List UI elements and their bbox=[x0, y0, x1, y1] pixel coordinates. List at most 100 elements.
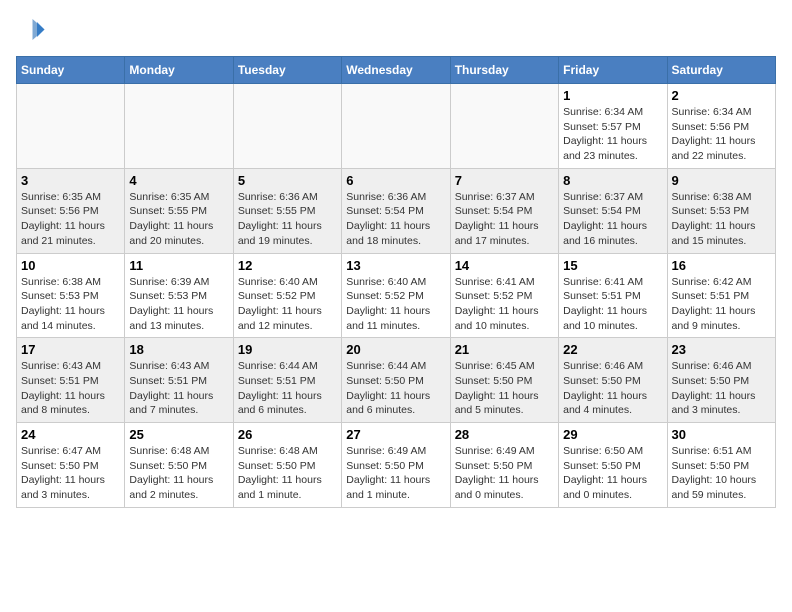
day-number: 20 bbox=[346, 342, 445, 357]
day-number: 6 bbox=[346, 173, 445, 188]
day-info: Sunrise: 6:44 AMSunset: 5:50 PMDaylight:… bbox=[346, 359, 445, 418]
day-number: 26 bbox=[238, 427, 337, 442]
day-header-saturday: Saturday bbox=[667, 57, 775, 84]
day-header-tuesday: Tuesday bbox=[233, 57, 341, 84]
calendar-cell bbox=[342, 84, 450, 169]
day-number: 12 bbox=[238, 258, 337, 273]
calendar-week-row: 24 Sunrise: 6:47 AMSunset: 5:50 PMDayligh… bbox=[17, 423, 776, 508]
calendar-cell: 17Sunrise: 6:43 AMSunset: 5:51 PMDayligh… bbox=[17, 338, 125, 423]
day-number: 15 bbox=[563, 258, 662, 273]
day-number: 10 bbox=[21, 258, 120, 273]
day-info: Sunrise: 6:35 AMSunset: 5:56 PMDaylight:… bbox=[21, 190, 120, 249]
logo-icon bbox=[16, 16, 46, 46]
calendar-week-row: 1 Sunrise: 6:34 AMSunset: 5:57 PMDaylight… bbox=[17, 84, 776, 169]
day-info: Sunrise: 6:39 AMSunset: 5:53 PMDaylight:… bbox=[129, 275, 228, 334]
calendar-cell: 27 Sunrise: 6:49 AMSunset: 5:50 PMDayligh… bbox=[342, 423, 450, 508]
day-number: 16 bbox=[672, 258, 771, 273]
day-number: 18 bbox=[129, 342, 228, 357]
day-info: Sunrise: 6:37 AMSunset: 5:54 PMDaylight:… bbox=[563, 190, 662, 249]
logo bbox=[16, 16, 50, 46]
calendar-cell: 5 Sunrise: 6:36 AMSunset: 5:55 PMDaylight… bbox=[233, 168, 341, 253]
day-info: Sunrise: 6:46 AMSunset: 5:50 PMDaylight:… bbox=[563, 359, 662, 418]
calendar-cell: 1 Sunrise: 6:34 AMSunset: 5:57 PMDaylight… bbox=[559, 84, 667, 169]
calendar-cell: 4Sunrise: 6:35 AMSunset: 5:55 PMDaylight… bbox=[125, 168, 233, 253]
day-number: 24 bbox=[21, 427, 120, 442]
day-info: Sunrise: 6:47 AMSunset: 5:50 PMDaylight:… bbox=[21, 444, 120, 503]
day-number: 11 bbox=[129, 258, 228, 273]
calendar-cell: 2Sunrise: 6:34 AMSunset: 5:56 PMDaylight… bbox=[667, 84, 775, 169]
day-number: 21 bbox=[455, 342, 554, 357]
day-info: Sunrise: 6:44 AMSunset: 5:51 PMDaylight:… bbox=[238, 359, 337, 418]
day-number: 8 bbox=[563, 173, 662, 188]
day-info: Sunrise: 6:48 AMSunset: 5:50 PMDaylight:… bbox=[238, 444, 337, 503]
calendar-cell: 23 Sunrise: 6:46 AMSunset: 5:50 PMDayligh… bbox=[667, 338, 775, 423]
calendar-cell bbox=[17, 84, 125, 169]
calendar-cell bbox=[450, 84, 558, 169]
calendar-week-row: 10 Sunrise: 6:38 AMSunset: 5:53 PMDayligh… bbox=[17, 253, 776, 338]
calendar-cell: 19 Sunrise: 6:44 AMSunset: 5:51 PMDayligh… bbox=[233, 338, 341, 423]
day-info: Sunrise: 6:43 AMSunset: 5:51 PMDaylight:… bbox=[129, 359, 228, 418]
day-number: 9 bbox=[672, 173, 771, 188]
calendar-cell: 29 Sunrise: 6:50 AMSunset: 5:50 PMDayligh… bbox=[559, 423, 667, 508]
day-number: 7 bbox=[455, 173, 554, 188]
calendar-cell: 25Sunrise: 6:48 AMSunset: 5:50 PMDayligh… bbox=[125, 423, 233, 508]
day-info: Sunrise: 6:37 AMSunset: 5:54 PMDaylight:… bbox=[455, 190, 554, 249]
page-header bbox=[16, 16, 776, 46]
day-info: Sunrise: 6:36 AMSunset: 5:54 PMDaylight:… bbox=[346, 190, 445, 249]
calendar-cell: 28 Sunrise: 6:49 AMSunset: 5:50 PMDayligh… bbox=[450, 423, 558, 508]
day-number: 19 bbox=[238, 342, 337, 357]
calendar-week-row: 17Sunrise: 6:43 AMSunset: 5:51 PMDayligh… bbox=[17, 338, 776, 423]
calendar-cell: 6 Sunrise: 6:36 AMSunset: 5:54 PMDaylight… bbox=[342, 168, 450, 253]
calendar-cell: 14Sunrise: 6:41 AMSunset: 5:52 PMDayligh… bbox=[450, 253, 558, 338]
calendar-cell: 12Sunrise: 6:40 AMSunset: 5:52 PMDayligh… bbox=[233, 253, 341, 338]
calendar-cell: 8 Sunrise: 6:37 AMSunset: 5:54 PMDaylight… bbox=[559, 168, 667, 253]
day-number: 4 bbox=[129, 173, 228, 188]
day-number: 5 bbox=[238, 173, 337, 188]
day-number: 27 bbox=[346, 427, 445, 442]
day-info: Sunrise: 6:46 AMSunset: 5:50 PMDaylight:… bbox=[672, 359, 771, 418]
day-number: 29 bbox=[563, 427, 662, 442]
calendar-cell: 22 Sunrise: 6:46 AMSunset: 5:50 PMDayligh… bbox=[559, 338, 667, 423]
day-header-friday: Friday bbox=[559, 57, 667, 84]
day-header-sunday: Sunday bbox=[17, 57, 125, 84]
calendar-cell: 7 Sunrise: 6:37 AMSunset: 5:54 PMDaylight… bbox=[450, 168, 558, 253]
calendar-cell: 16 Sunrise: 6:42 AMSunset: 5:51 PMDayligh… bbox=[667, 253, 775, 338]
day-number: 25 bbox=[129, 427, 228, 442]
calendar-cell: 21 Sunrise: 6:45 AMSunset: 5:50 PMDayligh… bbox=[450, 338, 558, 423]
calendar-cell bbox=[125, 84, 233, 169]
day-number: 30 bbox=[672, 427, 771, 442]
day-info: Sunrise: 6:34 AMSunset: 5:56 PMDaylight:… bbox=[672, 105, 771, 164]
calendar-cell: 20 Sunrise: 6:44 AMSunset: 5:50 PMDayligh… bbox=[342, 338, 450, 423]
day-header-thursday: Thursday bbox=[450, 57, 558, 84]
day-info: Sunrise: 6:41 AMSunset: 5:52 PMDaylight:… bbox=[455, 275, 554, 334]
day-number: 28 bbox=[455, 427, 554, 442]
day-header-wednesday: Wednesday bbox=[342, 57, 450, 84]
calendar-cell: 13Sunrise: 6:40 AMSunset: 5:52 PMDayligh… bbox=[342, 253, 450, 338]
day-number: 1 bbox=[563, 88, 662, 103]
day-info: Sunrise: 6:38 AMSunset: 5:53 PMDaylight:… bbox=[21, 275, 120, 334]
day-info: Sunrise: 6:36 AMSunset: 5:55 PMDaylight:… bbox=[238, 190, 337, 249]
day-info: Sunrise: 6:49 AMSunset: 5:50 PMDaylight:… bbox=[455, 444, 554, 503]
day-number: 23 bbox=[672, 342, 771, 357]
calendar-cell: 30 Sunrise: 6:51 AMSunset: 5:50 PMDayligh… bbox=[667, 423, 775, 508]
calendar-cell: 24 Sunrise: 6:47 AMSunset: 5:50 PMDayligh… bbox=[17, 423, 125, 508]
day-header-monday: Monday bbox=[125, 57, 233, 84]
calendar: SundayMondayTuesdayWednesdayThursdayFrid… bbox=[16, 56, 776, 508]
day-info: Sunrise: 6:43 AMSunset: 5:51 PMDaylight:… bbox=[21, 359, 120, 418]
day-info: Sunrise: 6:42 AMSunset: 5:51 PMDaylight:… bbox=[672, 275, 771, 334]
day-info: Sunrise: 6:34 AMSunset: 5:57 PMDaylight:… bbox=[563, 105, 662, 164]
day-info: Sunrise: 6:40 AMSunset: 5:52 PMDaylight:… bbox=[346, 275, 445, 334]
calendar-cell: 3 Sunrise: 6:35 AMSunset: 5:56 PMDaylight… bbox=[17, 168, 125, 253]
day-info: Sunrise: 6:50 AMSunset: 5:50 PMDaylight:… bbox=[563, 444, 662, 503]
calendar-week-row: 3 Sunrise: 6:35 AMSunset: 5:56 PMDaylight… bbox=[17, 168, 776, 253]
day-number: 22 bbox=[563, 342, 662, 357]
day-info: Sunrise: 6:38 AMSunset: 5:53 PMDaylight:… bbox=[672, 190, 771, 249]
calendar-cell: 11 Sunrise: 6:39 AMSunset: 5:53 PMDayligh… bbox=[125, 253, 233, 338]
day-info: Sunrise: 6:49 AMSunset: 5:50 PMDaylight:… bbox=[346, 444, 445, 503]
day-info: Sunrise: 6:51 AMSunset: 5:50 PMDaylight:… bbox=[672, 444, 771, 503]
calendar-cell: 15Sunrise: 6:41 AMSunset: 5:51 PMDayligh… bbox=[559, 253, 667, 338]
day-number: 3 bbox=[21, 173, 120, 188]
calendar-cell bbox=[233, 84, 341, 169]
day-info: Sunrise: 6:45 AMSunset: 5:50 PMDaylight:… bbox=[455, 359, 554, 418]
calendar-cell: 9 Sunrise: 6:38 AMSunset: 5:53 PMDaylight… bbox=[667, 168, 775, 253]
